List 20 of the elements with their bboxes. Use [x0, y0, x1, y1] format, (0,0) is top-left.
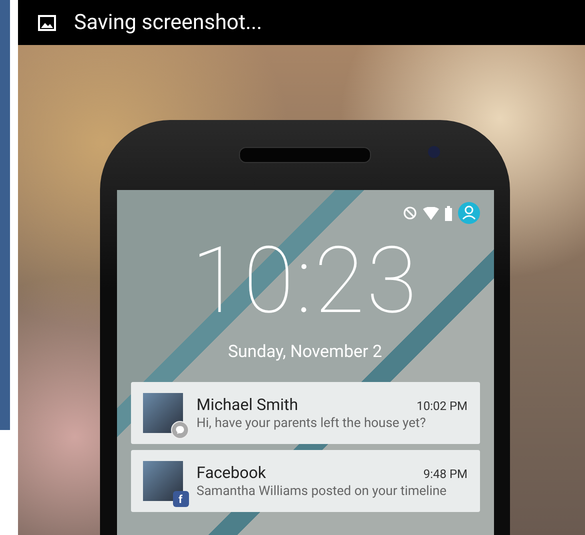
battery-icon — [444, 206, 452, 220]
app-badge: f — [172, 491, 188, 507]
sender-name: Facebook — [196, 463, 266, 482]
user-icon[interactable] — [458, 202, 480, 224]
notification-text: Saving screenshot... — [74, 10, 262, 34]
notification-message: Hi, have your parents left the house yet? — [196, 416, 427, 431]
sender-name: Michael Smith — [196, 395, 298, 414]
notification-time: 9:48 PM — [423, 467, 468, 481]
chat-bubble-icon — [170, 421, 188, 439]
date-label: Sunday, November 2 — [226, 342, 384, 362]
wifi-icon — [422, 206, 438, 220]
camera-lens — [428, 146, 440, 158]
photo-placeholder — [142, 393, 182, 433]
notification-message: Samantha Williams posted on your timeline — [196, 484, 448, 499]
notification-card[interactable]: Michael Smith 10:02 PM Hi, have your parents left the house yet? — [130, 382, 480, 444]
notification-time: 10:02 PM — [416, 399, 468, 413]
notification-card[interactable]: f Facebook 9:48 PM Samantha Williams posted on your timeline — [130, 450, 480, 512]
photo-placeholder — [142, 461, 182, 501]
image-icon — [38, 14, 56, 30]
blocked-icon — [402, 206, 416, 220]
